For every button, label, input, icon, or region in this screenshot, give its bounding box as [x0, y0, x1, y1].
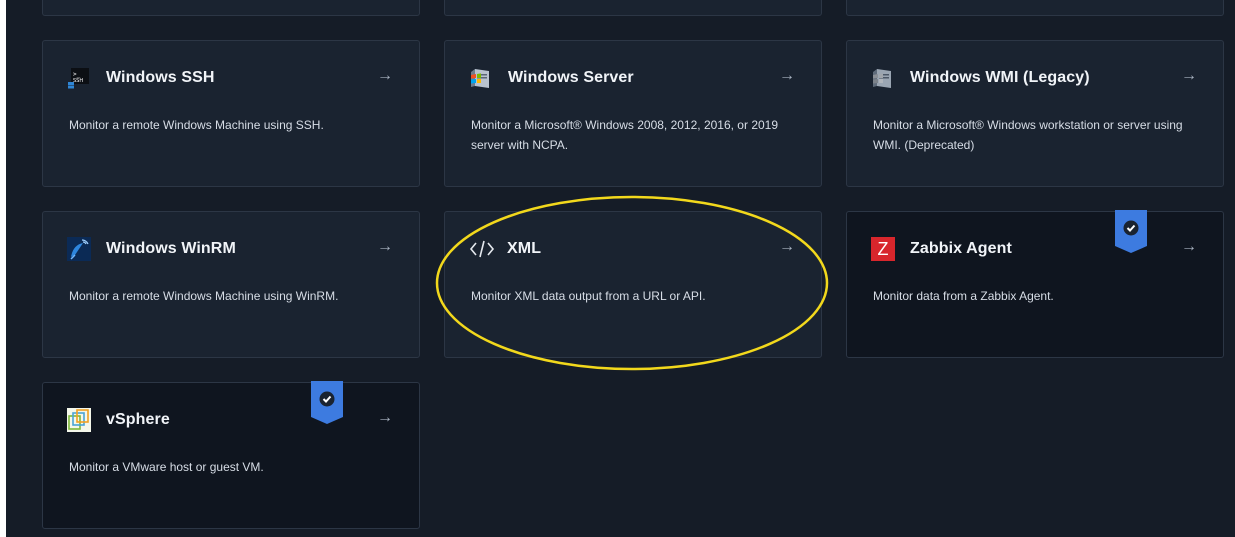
card-description: Monitor data from a Zabbix Agent.: [873, 289, 1054, 303]
windows-server-icon: [871, 66, 895, 90]
arrow-right-icon: →: [779, 67, 795, 84]
card-title: Windows SSH: [106, 69, 215, 86]
card-title: Windows WMI (Legacy): [910, 69, 1090, 86]
integration-card-xml[interactable]: XML → Monitor XML data output from a URL…: [444, 211, 822, 358]
card-description: Monitor a remote Windows Machine using S…: [69, 118, 324, 132]
card-partial-3[interactable]: [846, 0, 1224, 16]
integrations-panel: >_ SSH Windows SSH → Monitor a remote Wi…: [6, 0, 1235, 537]
card-title: XML: [507, 240, 542, 257]
svg-text:>_: >_: [73, 71, 81, 78]
verified-badge-icon: [311, 381, 343, 424]
integration-card-windows-server[interactable]: Windows Server → Monitor a Microsoft® Wi…: [444, 40, 822, 187]
code-brackets-icon: [469, 237, 495, 261]
card-title: Windows Server: [508, 69, 634, 86]
vsphere-icon: [67, 408, 91, 432]
card-description: Monitor XML data output from a URL or AP…: [471, 289, 706, 303]
card-description: Monitor a Microsoft® Windows 2008, 2012,…: [471, 118, 779, 152]
ssh-terminal-icon: >_ SSH: [67, 66, 91, 90]
integration-card-windows-wmi[interactable]: Windows WMI (Legacy) → Monitor a Microso…: [846, 40, 1224, 187]
arrow-right-icon: →: [377, 409, 393, 426]
card-description: Monitor a remote Windows Machine using W…: [69, 289, 339, 303]
arrow-right-icon: →: [1181, 67, 1197, 84]
card-partial-2[interactable]: [444, 0, 822, 16]
verified-badge-icon: [1115, 210, 1147, 253]
card-description: Monitor a VMware host or guest VM.: [69, 460, 264, 474]
svg-text:SSH: SSH: [73, 78, 83, 84]
integration-card-vsphere[interactable]: vSphere → Monitor a VMware host or guest…: [42, 381, 420, 529]
satellite-dish-icon: [67, 237, 91, 261]
card-partial-1[interactable]: [42, 0, 420, 16]
windows-server-icon: [469, 66, 493, 90]
card-title: Windows WinRM: [106, 240, 236, 257]
card-title: vSphere: [106, 411, 170, 428]
integration-card-zabbix-agent[interactable]: Z Zabbix Agent → Monitor data from a Zab…: [846, 210, 1224, 358]
zabbix-z-icon: Z: [871, 237, 895, 261]
card-description: Monitor a Microsoft® Windows workstation…: [873, 118, 1183, 152]
arrow-right-icon: →: [779, 238, 795, 255]
arrow-right-icon: →: [1181, 238, 1197, 255]
integration-card-windows-winrm[interactable]: Windows WinRM → Monitor a remote Windows…: [42, 211, 420, 358]
arrow-right-icon: →: [377, 238, 393, 255]
arrow-right-icon: →: [377, 67, 393, 84]
integration-card-windows-ssh[interactable]: >_ SSH Windows SSH → Monitor a remote Wi…: [42, 40, 420, 187]
card-title: Zabbix Agent: [910, 240, 1012, 257]
